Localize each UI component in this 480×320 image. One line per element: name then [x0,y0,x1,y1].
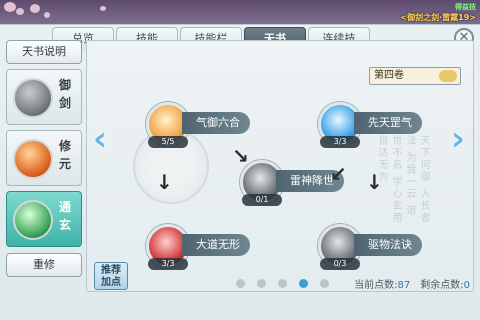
chevron-down-icon [439,70,457,82]
page-dot[interactable] [320,279,329,288]
server-info: 得益技 <御剑之剑·雷霆19> [400,2,476,23]
sword-school-icon [13,78,53,118]
next-page-arrow[interactable]: › [448,120,468,160]
diagonal-arrow-icon: ↘ [232,144,249,168]
school-label: 修元 [59,139,72,171]
current-points-label: 当前点数: [354,280,398,291]
title-badge: <御剑之剑·雷霆19> [400,13,476,22]
down-arrow-icon: ↓ [366,170,383,194]
remaining-points-label: 剩余点数: [420,280,464,291]
points-summary: 当前点数:87 剩余点数:0 [344,276,470,291]
fire-school-icon [13,139,53,179]
skill-node[interactable]: 大道无形 3/3 [146,224,266,274]
recommend-line-2: 加点 [101,277,121,288]
skill-level: 5/5 [148,136,188,148]
skill-level: 3/3 [320,136,360,148]
skill-level: 3/3 [148,258,188,270]
book-info-button[interactable]: 天书说明 [6,40,82,64]
nature-school-icon [13,200,53,240]
reset-button[interactable]: 重修 [6,253,82,277]
school-item-xiuyuan[interactable]: 修元 [6,130,82,186]
prev-page-arrow[interactable]: ‹ [90,120,110,160]
skill-level: 0/1 [242,194,282,206]
volume-select[interactable]: 第四卷 [369,67,461,85]
current-points-value: 87 [397,280,411,291]
skill-name: 驱物法诀 [354,234,422,256]
school-item-tongxuan[interactable]: 通玄 [6,191,82,247]
skill-name: 大道无形 [182,234,250,256]
skill-node[interactable]: 先天罡气 3/3 [318,102,438,152]
diagonal-arrow-icon: ↙ [330,162,347,186]
school-sidebar: 天书说明 御剑 修元 通玄 重修 [6,40,82,277]
remaining-points-value: 0 [463,280,470,291]
page-dot-active[interactable] [299,279,308,288]
current-points: 当前点数:87 [354,276,410,291]
page-dot[interactable] [257,279,266,288]
skill-level: 0/3 [320,258,360,270]
school-label: 通玄 [59,200,72,232]
school-label: 御剑 [59,78,72,110]
down-arrow-icon: ↓ [156,170,173,194]
page-dot[interactable] [236,279,245,288]
volume-select-value: 第四卷 [374,70,404,81]
recommend-line-1: 推荐 [101,265,121,276]
page-dot[interactable] [278,279,287,288]
school-item-yujian[interactable]: 御剑 [6,69,82,125]
page-indicator [236,279,341,288]
skill-name: 先天罡气 [354,112,422,134]
remaining-points: 剩余点数:0 [420,276,470,291]
recommend-points-button[interactable]: 推荐 加点 [94,262,128,290]
skill-name: 气御六合 [182,112,250,134]
skill-node[interactable]: 驱物法诀 0/3 [318,224,438,274]
status-text: 得益技 [455,3,476,11]
